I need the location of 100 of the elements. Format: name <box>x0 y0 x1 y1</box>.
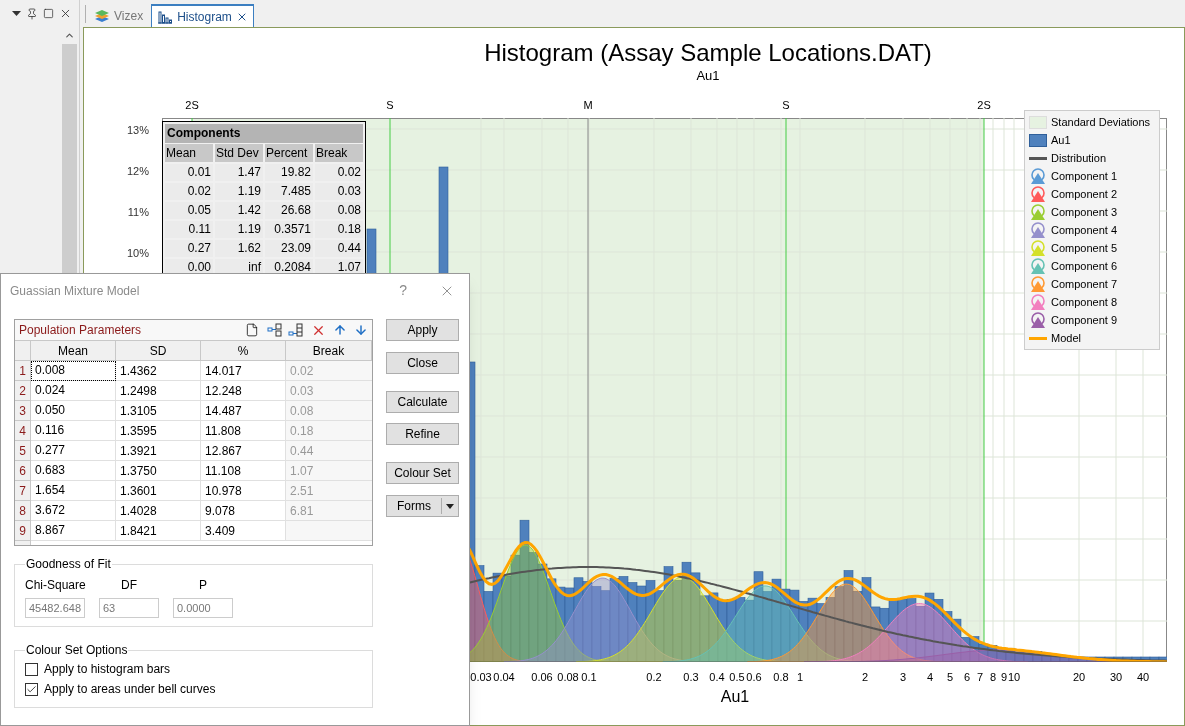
histogram-bar <box>978 643 989 662</box>
x-tick-label: 5 <box>946 670 954 685</box>
checkbox[interactable] <box>25 682 38 696</box>
move-up-icon[interactable] <box>333 323 347 337</box>
table-cell[interactable]: 1.3921 <box>116 441 201 461</box>
histogram-bar <box>717 599 728 662</box>
row-number: 3 <box>15 401 31 421</box>
table-cell: 1.47 <box>215 164 263 181</box>
checkbox-label[interactable]: Apply to histogram bars <box>44 660 171 678</box>
bar-chart-icon <box>157 9 174 24</box>
table-cell: 0.3571 <box>265 221 313 238</box>
legend-label: Component 8 <box>1051 294 1118 310</box>
group-title: Colour Set Options <box>25 642 129 659</box>
table-cell[interactable]: 1.3105 <box>116 401 201 421</box>
legend-label: Model <box>1051 330 1081 346</box>
dialog-button[interactable]: Refine <box>386 423 459 445</box>
column-header[interactable]: Break <box>286 341 372 361</box>
table-cell[interactable]: 1.3601 <box>116 481 201 501</box>
histogram-bar <box>483 591 494 662</box>
legend-label: Component 9 <box>1051 312 1118 328</box>
histogram-bar <box>852 591 863 662</box>
append-row-icon[interactable] <box>288 323 303 337</box>
table-cell[interactable]: 0.116 <box>31 421 116 441</box>
x-tick-label: 0.4 <box>709 670 725 685</box>
table-cell[interactable]: 0.277 <box>31 441 116 461</box>
new-file-icon[interactable] <box>245 323 259 337</box>
histogram-bar <box>888 598 899 662</box>
histogram-bar <box>924 592 935 662</box>
dialog-button[interactable]: Close <box>386 352 459 374</box>
legend-label: Standard Deviations <box>1051 114 1151 130</box>
table-cell[interactable]: 1.4028 <box>116 501 201 521</box>
move-down-icon[interactable] <box>354 323 368 337</box>
y-tick-label: 13% <box>125 123 149 138</box>
x-tick-label: 9 <box>1000 670 1008 685</box>
x-tick-label: 0.04 <box>493 670 515 685</box>
maximize-icon[interactable] <box>43 8 54 19</box>
table-cell[interactable]: 1.2498 <box>116 381 201 401</box>
table-title: Components <box>165 124 363 143</box>
dropdown-caret-icon[interactable] <box>12 11 21 16</box>
table-cell[interactable]: 0.024 <box>31 381 116 401</box>
histogram-bar <box>807 597 818 662</box>
row-number: 5 <box>15 441 31 461</box>
legend-label: Component 1 <box>1051 168 1118 184</box>
insert-row-icon[interactable] <box>267 323 282 337</box>
pin-icon[interactable] <box>26 7 38 20</box>
histogram-bar <box>996 650 1007 662</box>
table-cell[interactable]: 1.4362 <box>116 361 201 381</box>
table-cell: 26.68 <box>265 202 313 219</box>
dialog-button[interactable]: Colour Set <box>386 462 459 484</box>
table-cell: 2.51 <box>286 481 372 501</box>
layers-icon <box>94 8 110 23</box>
dialog-button[interactable]: Calculate <box>386 391 459 413</box>
histogram-bar <box>1023 651 1034 662</box>
x-tick-label: 4 <box>926 670 934 685</box>
histogram-bar <box>906 598 917 662</box>
histogram-bar <box>942 611 953 662</box>
histogram-bar <box>600 590 611 662</box>
table-cell: 19.82 <box>265 164 313 181</box>
table-cell[interactable]: 0.683 <box>31 461 116 481</box>
tab[interactable]: Histogram <box>151 4 254 27</box>
table-cell[interactable]: 0.008 <box>31 361 116 381</box>
table-cell[interactable]: 1.3595 <box>116 421 201 441</box>
tab[interactable]: Vizex <box>89 4 149 27</box>
chart-title: Histogram (Assay Sample Locations.DAT) <box>484 38 932 68</box>
table-cell: 7.485 <box>265 183 313 200</box>
table-cell: 1.42 <box>215 202 263 219</box>
dialog-button[interactable]: Apply <box>386 319 459 341</box>
x-tick-label: 1 <box>796 670 804 685</box>
table-cell[interactable]: 0.050 <box>31 401 116 421</box>
table-cell[interactable]: 1.8421 <box>116 521 201 541</box>
table-cell: 1.62 <box>215 240 263 257</box>
table-cell: 0.01 <box>165 164 213 181</box>
histogram-bar <box>762 591 773 662</box>
column-header[interactable]: % <box>201 341 286 361</box>
histogram-bar <box>699 595 710 662</box>
table-cell[interactable]: 3.672 <box>31 501 116 521</box>
histogram-bar <box>897 598 908 662</box>
y-tick-label: 11% <box>126 205 149 220</box>
field-label: DF <box>120 577 138 594</box>
table-cell[interactable]: 1.3750 <box>116 461 201 481</box>
table-cell: 1.07 <box>286 461 372 481</box>
table-cell: 0.44 <box>315 240 363 257</box>
table-cell[interactable]: 8.867 <box>31 521 116 541</box>
deviation-marker: S <box>386 98 394 113</box>
checkbox-label[interactable]: Apply to areas under bell curves <box>44 680 216 698</box>
table-cell[interactable]: 1.654 <box>31 481 116 501</box>
legend-label: Component 2 <box>1051 186 1118 202</box>
legend-label: Component 7 <box>1051 276 1118 292</box>
table-cell: 0.02 <box>286 361 372 381</box>
x-tick-label: 7 <box>976 670 984 685</box>
column-header[interactable]: Mean <box>31 341 116 361</box>
close-icon[interactable] <box>59 7 72 20</box>
help-button[interactable]: ? <box>399 280 407 301</box>
forms-button[interactable]: Forms <box>386 495 459 517</box>
x-tick-label: 2 <box>861 670 869 685</box>
column-header[interactable]: SD <box>116 341 201 361</box>
table-cell: 0.08 <box>315 202 363 219</box>
deviation-marker: 2S <box>185 98 199 113</box>
deviation-marker: S <box>782 98 790 113</box>
checkbox[interactable] <box>25 662 38 676</box>
